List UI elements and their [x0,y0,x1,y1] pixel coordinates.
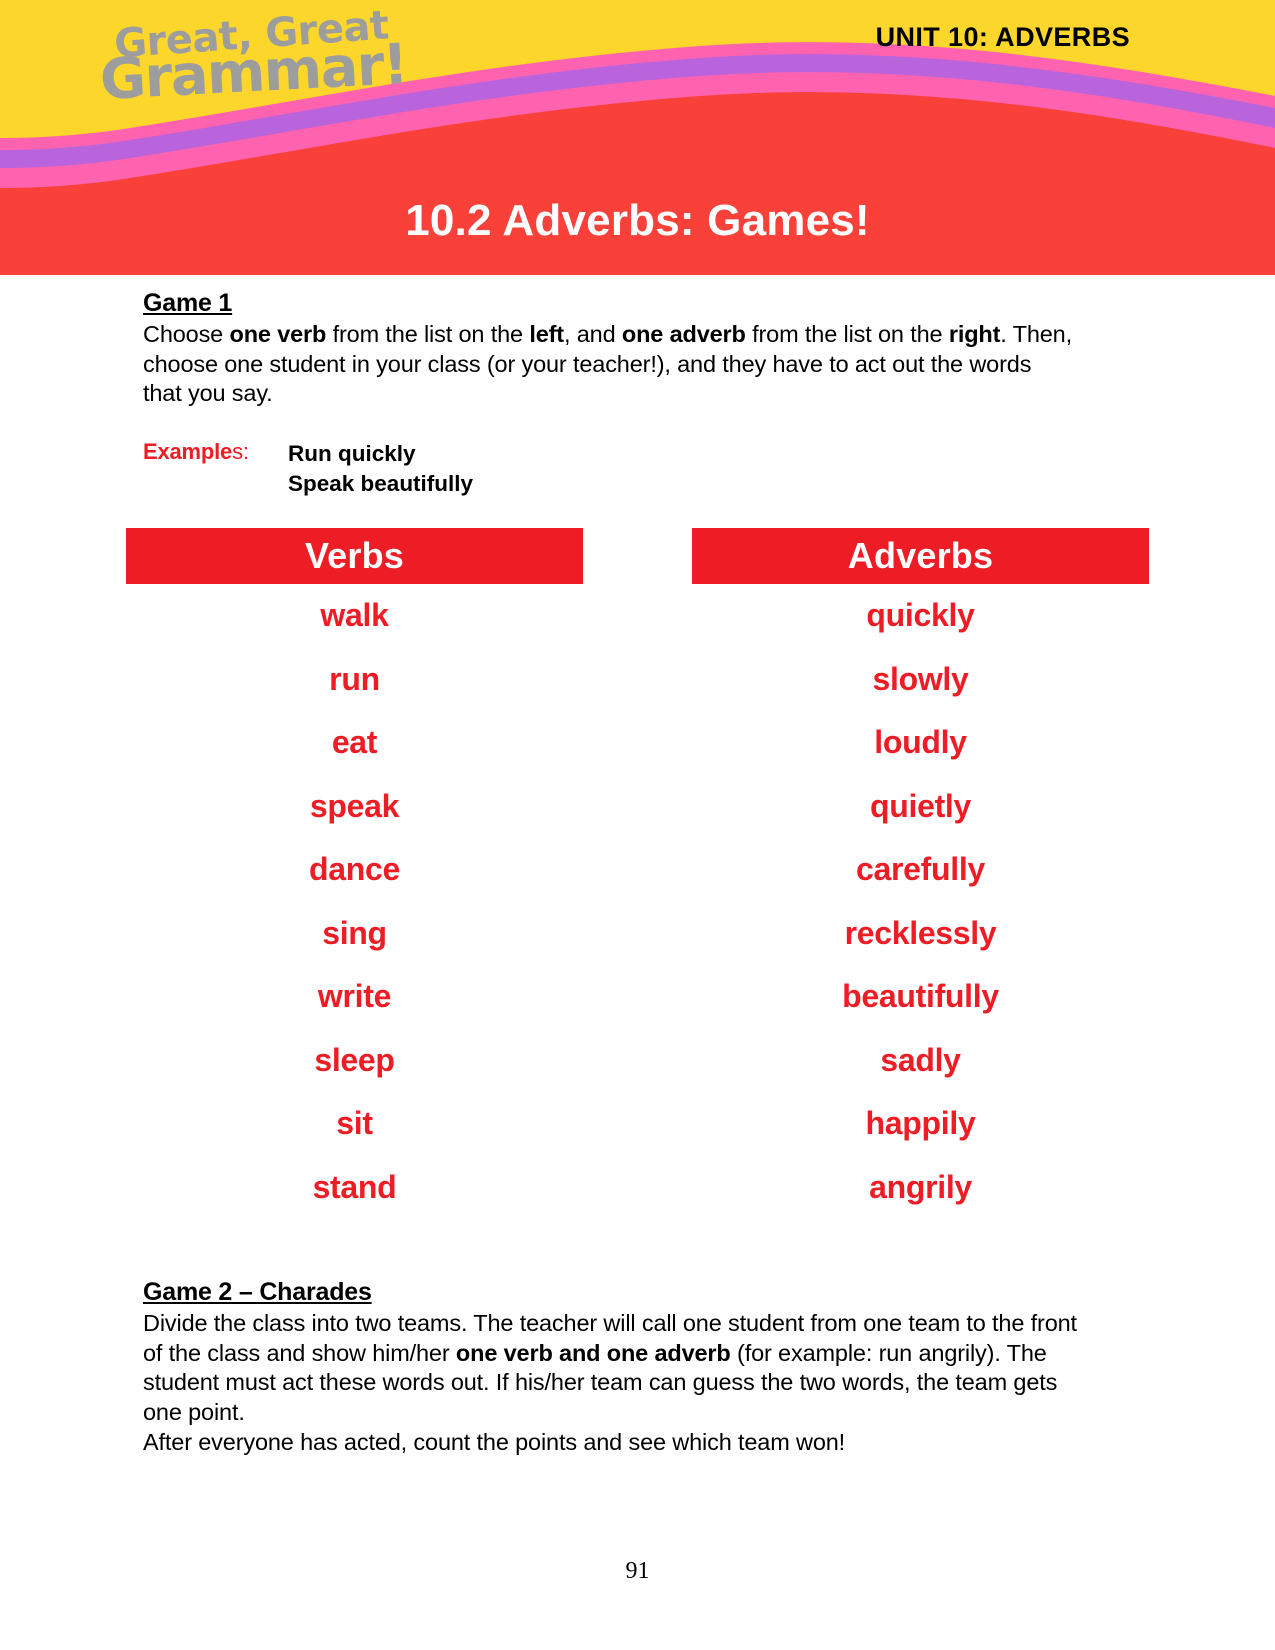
word-lists-container: Verbs walk run eat speak dance sing writ… [126,528,1149,1219]
page-title: 10.2 Adverbs: Games! [405,196,870,245]
adverbs-column-header: Adverbs [692,528,1149,584]
verb-item: sing [322,914,387,951]
verb-item: speak [309,787,400,824]
header-decorative-band: Great, Great Grammar! UNIT 10: ADVERBS 1… [0,0,1275,275]
adverb-item: quickly [866,597,975,633]
examples-list: Run quickly Speak beautifully [288,439,473,498]
game-2-heading: Game 2 – Charades [143,1278,372,1306]
unit-label: UNIT 10: ADVERBS [875,22,1130,52]
verb-item: dance [309,851,400,887]
verb-item: walk [320,597,389,633]
game-1-instructions: Choose one verb from the list on the lef… [143,321,1072,407]
adverb-item: quietly [869,787,972,824]
game-1-heading: Game 1 [143,289,233,317]
adverbs-list: quickly slowly loudly quietly carefully … [692,584,1149,1219]
example-item: Speak beautifully [288,470,474,496]
game-2-section: Game 2 – Charades Divide the class into … [143,1278,1083,1458]
adverb-item: angrily [869,1168,972,1205]
adverb-item: slowly [872,660,969,697]
adverb-item: beautifully [842,978,999,1014]
verbs-list: walk run eat speak dance sing write slee… [126,584,583,1219]
game-2-instructions: Divide the class into two teams. The tea… [143,1310,1077,1425]
verb-item: write [317,978,392,1014]
page-number: 91 [625,1558,650,1584]
examples-label-thin: s: [232,438,249,464]
adverb-item: sadly [880,1041,961,1078]
verb-item: sit [336,1105,373,1141]
adverb-item: happily [865,1105,976,1141]
verbs-column-header: Verbs [126,528,583,584]
adverb-item: carefully [856,851,985,887]
verb-item: eat [331,724,378,760]
examples-label: Examples: [143,439,288,465]
examples-label-bold: Example [143,438,233,464]
game-1-section: Game 1 Choose one verb from the list on … [143,289,1073,498]
examples-block: Examples: Run quickly Speak beautifully [143,439,1073,498]
adverbs-column: Adverbs quickly slowly loudly quietly ca… [692,528,1149,1219]
verb-item: sleep [314,1041,395,1078]
example-item: Run quickly [288,440,416,466]
verb-item: stand [312,1168,397,1205]
verb-item: run [329,660,380,697]
game-2-closing-line: After everyone has acted, count the poin… [143,1429,846,1456]
adverb-item: recklessly [844,914,997,951]
adverb-item: loudly [874,724,967,760]
verbs-column: Verbs walk run eat speak dance sing writ… [126,528,583,1219]
